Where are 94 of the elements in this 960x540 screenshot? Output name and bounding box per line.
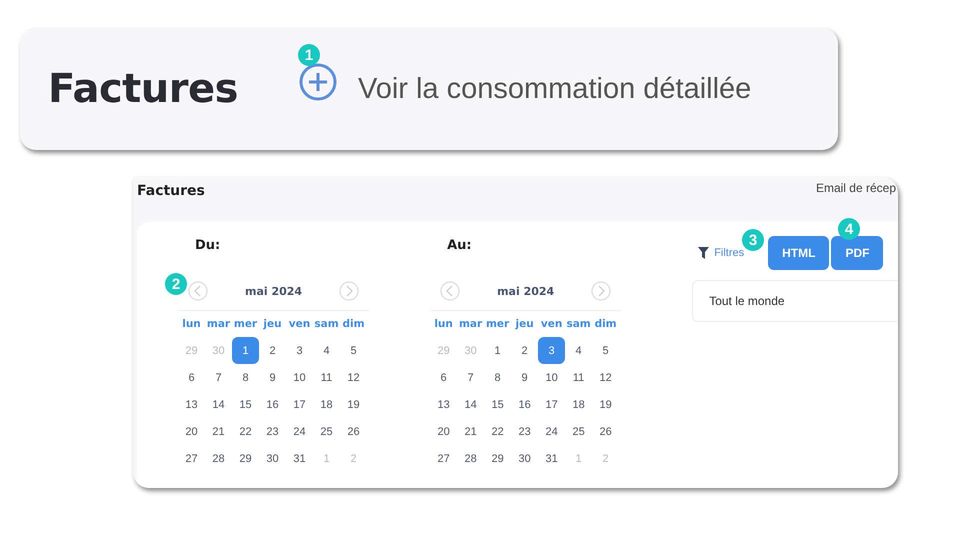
calendar-day[interactable]: 30 xyxy=(518,445,531,472)
calendar-day[interactable]: 18 xyxy=(320,391,333,418)
calendar-day[interactable]: 8 xyxy=(242,364,249,391)
calendar-day[interactable]: 20 xyxy=(437,418,450,445)
calendar-day[interactable]: 8 xyxy=(494,364,501,391)
calendar-day[interactable]: 5 xyxy=(350,337,357,364)
weekday-label: sam xyxy=(565,317,592,332)
calendar-day[interactable]: 1 xyxy=(232,337,259,364)
calendar-day[interactable]: 13 xyxy=(185,391,198,418)
calendar-day[interactable]: 30 xyxy=(266,445,279,472)
weekday-label: jeu xyxy=(514,317,535,332)
calendar-day[interactable]: 27 xyxy=(437,445,450,472)
calendar-day[interactable]: 19 xyxy=(599,391,612,418)
date-label: Au: xyxy=(447,238,473,255)
calendar-day[interactable]: 28 xyxy=(212,445,225,472)
calendar-day[interactable]: 13 xyxy=(437,391,450,418)
calendar-day[interactable]: 24 xyxy=(545,418,558,445)
calendar-day[interactable]: 10 xyxy=(545,364,558,391)
calendar-day[interactable]: 7 xyxy=(468,364,474,391)
calendar-day[interactable]: 6 xyxy=(440,364,447,391)
calendar-day[interactable]: 15 xyxy=(491,391,504,418)
calendar-day[interactable]: 31 xyxy=(545,445,558,472)
export-button[interactable]: PDF xyxy=(831,236,884,270)
date-label: Du: xyxy=(195,238,222,255)
calendar-day[interactable]: 2 xyxy=(522,337,528,364)
calendar-day[interactable]: 5 xyxy=(602,337,609,364)
calendar-day[interactable]: 14 xyxy=(212,391,225,418)
calendar-day[interactable]: 26 xyxy=(599,418,612,445)
calendar-day[interactable]: 10 xyxy=(293,364,306,391)
calendar-day[interactable]: 25 xyxy=(320,418,333,445)
calendar-day[interactable]: 12 xyxy=(347,364,360,391)
calendar-day[interactable]: 26 xyxy=(347,418,360,445)
plus-circle-icon[interactable] xyxy=(298,62,338,102)
weekday-label: dim xyxy=(594,317,618,332)
calendar-day[interactable]: 27 xyxy=(185,445,198,472)
calendar-day[interactable]: 1 xyxy=(494,337,501,364)
weekday-label: ven xyxy=(288,317,312,332)
calendar-day[interactable]: 3 xyxy=(296,337,303,364)
calendar-day[interactable]: 17 xyxy=(293,391,306,418)
page-title: Factures xyxy=(48,66,238,112)
weekday-label: mar xyxy=(206,317,232,332)
weekday-label: dim xyxy=(341,317,366,332)
calendar-day[interactable]: 29 xyxy=(239,445,252,472)
calendar-day[interactable]: 24 xyxy=(293,418,306,445)
calendar-day[interactable]: 3 xyxy=(538,337,566,364)
weekday-label: mer xyxy=(484,317,510,332)
weekday-label: lun xyxy=(181,317,202,332)
calendar-day[interactable]: 23 xyxy=(518,418,531,445)
calendar-day[interactable]: 6 xyxy=(188,364,195,391)
panel-title: Factures xyxy=(137,183,205,199)
weekday-label: lun xyxy=(433,317,454,332)
calendar-day[interactable]: 15 xyxy=(239,391,252,418)
email-label: Email de récep xyxy=(816,181,896,195)
calendar-day[interactable]: 7 xyxy=(215,364,222,391)
calendar-day[interactable]: 25 xyxy=(572,418,585,445)
calendar-day[interactable]: 19 xyxy=(347,391,360,418)
month-title: mai 2024 xyxy=(497,284,554,298)
weekday-label: mar xyxy=(458,317,484,332)
weekday-label: sam xyxy=(313,317,340,332)
weekday-label: jeu xyxy=(262,317,283,332)
audience-label: Tout le monde xyxy=(709,294,785,308)
calendar-day[interactable]: 21 xyxy=(212,418,225,445)
calendar-day[interactable]: 16 xyxy=(518,391,531,418)
calendar-day[interactable]: 22 xyxy=(239,418,252,445)
weekday-label: mer xyxy=(232,317,258,332)
calendar-day[interactable]: 31 xyxy=(293,445,306,472)
next-month-button[interactable] xyxy=(339,281,360,301)
calendar-day[interactable]: 2 xyxy=(269,337,276,364)
consumption-link[interactable]: Voir la consommation détaillée xyxy=(358,72,752,106)
calendar-day[interactable]: 23 xyxy=(266,418,279,445)
audience-row[interactable]: Tout le monde xyxy=(692,280,898,322)
next-month-button[interactable] xyxy=(591,281,612,301)
calendar-day[interactable]: 14 xyxy=(464,391,477,418)
calendar-day[interactable]: 16 xyxy=(266,391,279,418)
calendar-day[interactable]: 9 xyxy=(269,364,276,391)
calendar-day[interactable]: 21 xyxy=(464,418,477,445)
calendar-day[interactable]: 11 xyxy=(572,364,584,391)
calendar-day[interactable]: 12 xyxy=(599,364,612,391)
calendar-day[interactable]: 18 xyxy=(572,391,585,418)
export-button[interactable]: HTML xyxy=(768,236,830,270)
calendar-day[interactable]: 22 xyxy=(491,418,504,445)
calendar-day[interactable]: 4 xyxy=(323,337,330,364)
calendar-day[interactable]: 11 xyxy=(320,364,332,391)
filter-icon xyxy=(698,247,710,259)
calendar-day[interactable]: 4 xyxy=(576,337,582,364)
weekday-label: ven xyxy=(540,317,564,332)
calendar-day[interactable]: 9 xyxy=(522,364,528,391)
calendar-day[interactable]: 17 xyxy=(545,391,558,418)
calendar-day[interactable]: 28 xyxy=(464,445,477,472)
calendar-day[interactable]: 20 xyxy=(185,418,198,445)
calendar-day[interactable]: 29 xyxy=(491,445,504,472)
month-title: mai 2024 xyxy=(244,284,302,298)
previous-month-button[interactable] xyxy=(440,281,460,301)
previous-month-button[interactable] xyxy=(188,281,208,301)
